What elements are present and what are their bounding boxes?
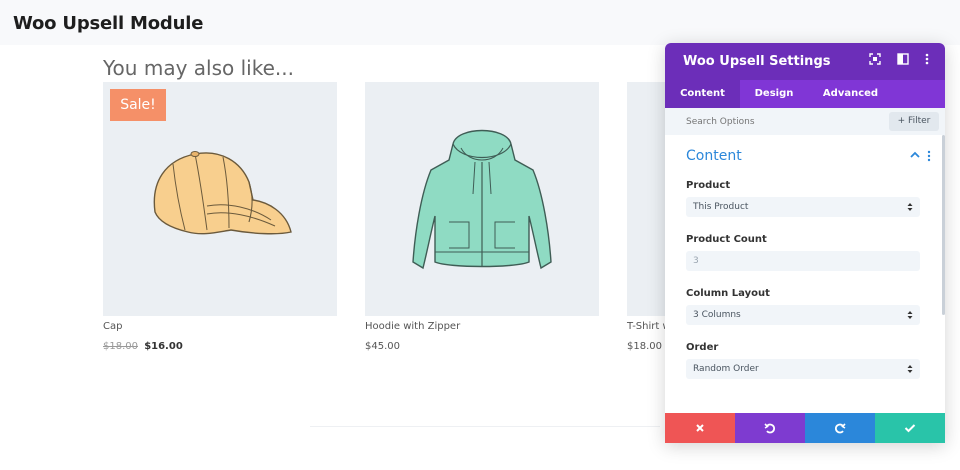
field-label-product-count: Product Count — [686, 234, 767, 245]
tab-design[interactable]: Design — [740, 80, 808, 108]
product-select-value: This Product — [693, 202, 749, 212]
close-icon — [696, 424, 704, 432]
settings-panel: Woo Upsell Settings Content Design Advan… — [665, 43, 945, 443]
save-button[interactable] — [875, 413, 945, 443]
search-row: + Filter — [665, 108, 945, 135]
product-old-price: $18.00 — [103, 341, 138, 352]
filter-button[interactable]: + Filter — [889, 112, 939, 131]
column-layout-select[interactable]: 3 Columns — [686, 305, 920, 325]
group-title-content[interactable]: Content — [686, 148, 742, 164]
product-name[interactable]: Hoodie with Zipper — [365, 321, 599, 332]
select-arrows-icon — [907, 359, 913, 379]
product-image[interactable]: Sale! — [103, 82, 337, 316]
search-options-input[interactable] — [673, 112, 883, 131]
order-value: Random Order — [693, 364, 759, 374]
product-price: $18.00 $16.00 — [103, 341, 337, 352]
column-layout-value: 3 Columns — [693, 310, 741, 320]
page-title: Woo Upsell Module — [13, 13, 204, 34]
panel-title: Woo Upsell Settings — [683, 54, 831, 69]
sale-badge: Sale! — [110, 89, 166, 121]
tab-content[interactable]: Content — [665, 80, 740, 108]
columns-icon[interactable] — [896, 53, 910, 69]
discard-button[interactable] — [665, 413, 735, 443]
product-name[interactable]: Cap — [103, 321, 337, 332]
product-count-input[interactable]: 3 — [686, 251, 920, 271]
order-select[interactable]: Random Order — [686, 359, 920, 379]
panel-header[interactable]: Woo Upsell Settings — [665, 43, 945, 80]
fullscreen-icon[interactable] — [868, 53, 882, 69]
upsell-heading: You may also like... — [103, 56, 294, 80]
product-count-value: 3 — [693, 256, 699, 266]
redo-button[interactable] — [805, 413, 875, 443]
product-regular-price: $18.00 — [627, 341, 662, 352]
more-icon[interactable] — [920, 53, 934, 69]
divider — [310, 426, 660, 427]
field-label-column-layout: Column Layout — [686, 288, 770, 299]
field-label-order: Order — [686, 342, 719, 353]
check-icon — [904, 424, 916, 433]
product-select[interactable]: This Product — [686, 197, 920, 217]
redo-icon — [834, 423, 846, 434]
product-price: $45.00 — [365, 341, 599, 352]
hoodie-icon — [412, 129, 552, 270]
chevron-up-icon[interactable] — [909, 149, 921, 161]
group-more-icon[interactable] — [927, 150, 931, 162]
product-image[interactable] — [365, 82, 599, 316]
product-card-hoodie[interactable]: Hoodie with Zipper $45.00 — [365, 82, 599, 352]
panel-body: Content Product This Product Product Cou… — [665, 135, 945, 409]
select-arrows-icon — [907, 305, 913, 325]
product-sale-price: $16.00 — [144, 341, 183, 352]
select-arrows-icon — [907, 197, 913, 217]
panel-tabs: Content Design Advanced — [665, 80, 945, 108]
product-regular-price: $45.00 — [365, 341, 400, 352]
panel-scrollbar[interactable] — [942, 135, 945, 315]
panel-footer — [665, 413, 945, 443]
product-card-cap[interactable]: Sale! Cap $18.00 $16.00 — [103, 82, 337, 352]
tab-advanced[interactable]: Advanced — [808, 80, 893, 108]
field-label-product: Product — [686, 180, 731, 191]
undo-icon — [764, 423, 776, 434]
undo-button[interactable] — [735, 413, 805, 443]
